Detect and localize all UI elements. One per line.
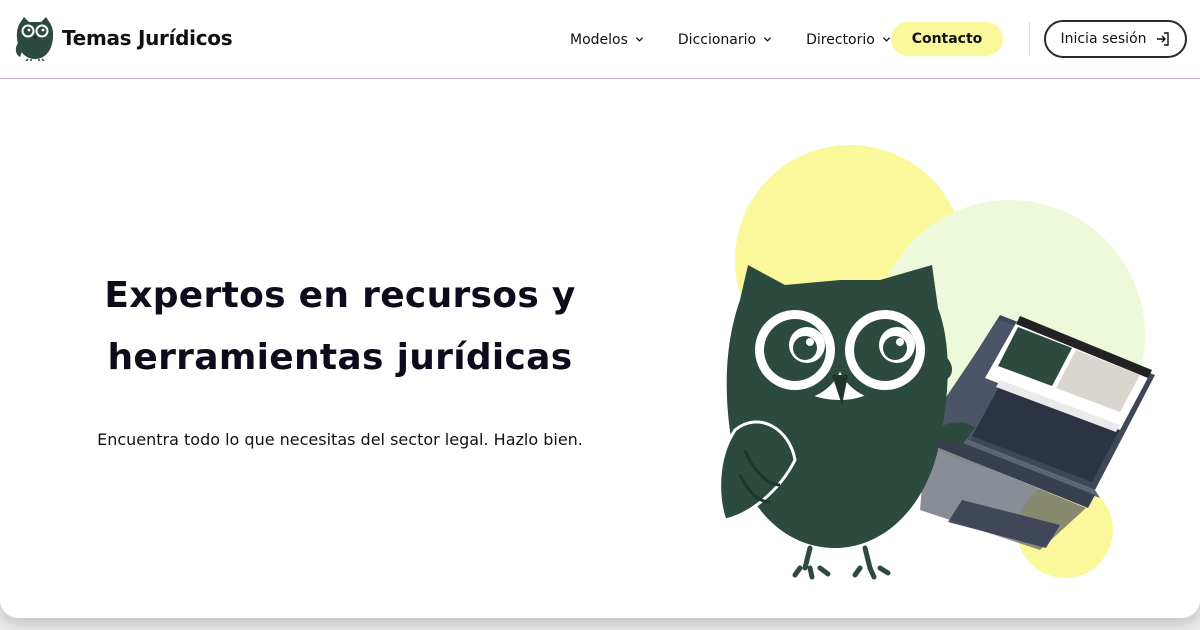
login-button[interactable]: Inicia sesión bbox=[1044, 20, 1187, 58]
site-header: Temas Jurídicos Modelos Diccionario Dire… bbox=[0, 0, 1200, 79]
nav-item-directorio[interactable]: Directorio bbox=[806, 32, 891, 48]
contact-button[interactable]: Contacto bbox=[891, 22, 1003, 56]
chevron-down-icon bbox=[763, 37, 772, 42]
brand-logo[interactable]: Temas Jurídicos bbox=[14, 15, 233, 61]
headline-line-1: Expertos en recursos y bbox=[104, 275, 576, 316]
hero-subtitle: Encuentra todo lo que necesitas del sect… bbox=[97, 430, 583, 449]
owl-logo-icon bbox=[15, 17, 54, 61]
owl-laptop-illustration bbox=[718, 145, 1155, 580]
hero-headline: Expertos en recursos y herramientas jurí… bbox=[40, 265, 640, 389]
headline-line-2: herramientas jurídicas bbox=[107, 337, 573, 378]
nav-label: Diccionario bbox=[677, 31, 757, 48]
header-divider bbox=[1029, 22, 1030, 56]
chevron-down-icon bbox=[635, 37, 644, 42]
page: Temas Jurídicos Modelos Diccionario Dire… bbox=[0, 0, 1200, 618]
nav-label: Directorio bbox=[806, 31, 875, 48]
nav-item-modelos[interactable]: Modelos bbox=[570, 32, 644, 48]
main-nav: Modelos Diccionario Directorio bbox=[560, 0, 925, 79]
login-label: Inicia sesión bbox=[1060, 31, 1147, 47]
chevron-down-icon bbox=[882, 37, 890, 42]
nav-item-diccionario[interactable]: Diccionario bbox=[678, 32, 772, 48]
brand-name: Temas Jurídicos bbox=[62, 26, 233, 50]
owl-mascot bbox=[718, 265, 975, 580]
sign-in-icon bbox=[1156, 32, 1169, 46]
nav-label: Modelos bbox=[570, 31, 628, 48]
